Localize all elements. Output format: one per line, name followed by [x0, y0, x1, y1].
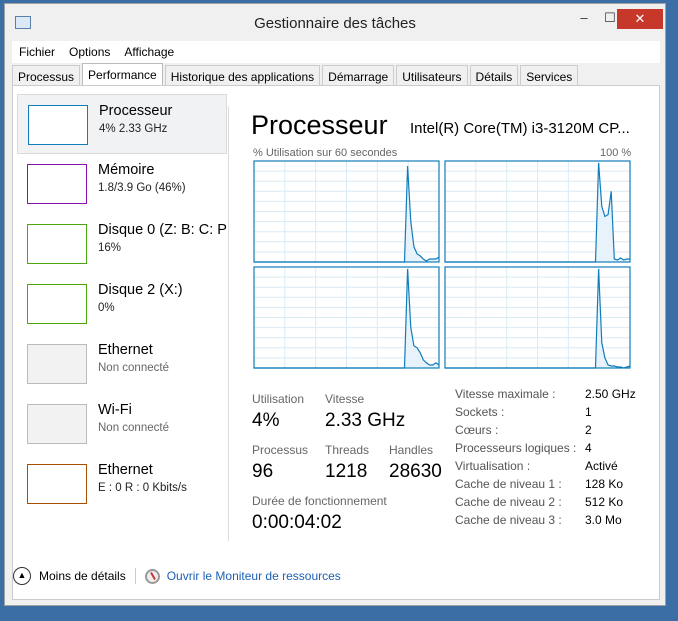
- spec-value: 1: [585, 405, 592, 419]
- tab-demarrage[interactable]: Démarrage: [322, 65, 395, 87]
- spec-value: 128 Ko: [585, 477, 624, 491]
- core-graph: [253, 266, 440, 369]
- utilisation-label: Utilisation: [252, 392, 305, 406]
- vitesse-value: 2.33 GHz: [325, 410, 406, 431]
- threads-value: 1218: [325, 461, 368, 482]
- tab-historique[interactable]: Historique des applications: [164, 65, 321, 87]
- performance-panel: Processeur 4% 2.33 GHz Mémoire 1.8/3.9 G…: [12, 85, 660, 600]
- sidebar-item[interactable]: Disque 2 (X:) 0%: [17, 274, 227, 334]
- thumbnail-graph: [27, 284, 87, 324]
- sidebar-item[interactable]: Disque 0 (Z: B: C: P 16%: [17, 214, 227, 274]
- sidebar-item-status: Non connecté: [98, 422, 169, 434]
- graph-caption: % Utilisation sur 60 secondes: [253, 147, 398, 159]
- sidebar-item-status: 16%: [98, 242, 122, 254]
- sidebar-item-label: Ethernet: [98, 462, 153, 478]
- spec-value: 2: [585, 423, 592, 437]
- core-graph: [444, 160, 631, 263]
- spec-label: Virtualisation :: [455, 459, 531, 473]
- menu-bar: Fichier Options Affichage: [12, 41, 660, 63]
- open-resource-monitor-link[interactable]: Ouvrir le Moniteur de ressources: [167, 569, 341, 583]
- spec-label: Cache de niveau 3 :: [455, 513, 562, 527]
- spec-label: Processeurs logiques :: [455, 441, 577, 455]
- sidebar-item-label: Processeur: [99, 103, 173, 119]
- uptime-value: 0:00:04:02: [252, 512, 342, 533]
- tab-details[interactable]: Détails: [469, 65, 519, 87]
- thumbnail-graph: [27, 164, 87, 204]
- thumbnail-graph: [27, 404, 87, 444]
- utilisation-value: 4%: [252, 410, 280, 431]
- less-details-button[interactable]: Moins de détails: [39, 569, 126, 583]
- sidebar-item-label: Ethernet: [98, 342, 153, 358]
- spec-value: 4: [585, 441, 592, 455]
- divider: [134, 568, 136, 584]
- tab-utilisateurs[interactable]: Utilisateurs: [396, 65, 468, 87]
- tab-bar: Processus Performance Historique des app…: [12, 63, 580, 88]
- handles-label: Handles: [389, 443, 434, 457]
- sidebar-item-label: Disque 0 (Z: B: C: P: [98, 222, 227, 238]
- thumbnail-graph: [27, 344, 87, 384]
- sidebar-item[interactable]: Mémoire 1.8/3.9 Go (46%): [17, 154, 227, 214]
- thumbnail-graph: [27, 464, 87, 504]
- spec-value: 512 Ko: [585, 495, 624, 509]
- spec-label: Sockets :: [455, 405, 505, 419]
- resource-monitor-icon: [144, 568, 160, 584]
- resource-list: Processeur 4% 2.33 GHz Mémoire 1.8/3.9 G…: [17, 94, 227, 514]
- close-button[interactable]: ✕: [617, 9, 663, 29]
- sidebar-item-label: Mémoire: [98, 162, 155, 178]
- sidebar-item[interactable]: Wi-Fi Non connecté: [17, 394, 227, 454]
- sidebar-item-status: Non connecté: [98, 362, 169, 374]
- sidebar-item-label: Disque 2 (X:): [98, 282, 183, 298]
- spec-label: Cache de niveau 2 :: [455, 495, 562, 509]
- sidebar-item-status: E : 0 R : 0 Kbits/s: [98, 482, 187, 494]
- sidebar-item[interactable]: Processeur 4% 2.33 GHz: [17, 94, 227, 154]
- divider: [228, 106, 229, 541]
- menu-options[interactable]: Options: [62, 41, 117, 63]
- spec-value: 2.50 GHz: [585, 387, 636, 401]
- menu-fichier[interactable]: Fichier: [12, 41, 62, 63]
- sidebar-item[interactable]: Ethernet E : 0 R : 0 Kbits/s: [17, 454, 227, 514]
- sidebar-item-status: 1.8/3.9 Go (46%): [98, 182, 186, 194]
- menu-affichage[interactable]: Affichage: [117, 41, 181, 63]
- sidebar-item-status: 4% 2.33 GHz: [99, 123, 168, 135]
- processus-value: 96: [252, 461, 274, 482]
- spec-label: Cache de niveau 1 :: [455, 477, 562, 491]
- threads-label: Threads: [325, 443, 370, 457]
- vitesse-label: Vitesse: [325, 392, 365, 406]
- tab-services[interactable]: Services: [520, 65, 579, 87]
- chevron-up-icon[interactable]: ▲: [13, 567, 31, 585]
- handles-value: 28630: [389, 461, 442, 482]
- footer: ▲ Moins de détails Ouvrir le Moniteur de…: [13, 567, 341, 585]
- cpu-graphs: [253, 160, 631, 369]
- core-graph: [253, 160, 440, 263]
- thumbnail-graph: [28, 105, 88, 145]
- spec-value: Activé: [585, 459, 618, 473]
- sidebar-item-status: 0%: [98, 302, 115, 314]
- graph-max-label: 100 %: [600, 147, 632, 159]
- uptime-label: Durée de fonctionnement: [252, 494, 387, 508]
- window-title: Gestionnaire des tâches: [254, 15, 416, 32]
- spec-label: Vitesse maximale :: [455, 387, 556, 401]
- sidebar-item[interactable]: Ethernet Non connecté: [17, 334, 227, 394]
- spec-value: 3.0 Mo: [585, 513, 622, 527]
- thumbnail-graph: [27, 224, 87, 264]
- spec-label: Cœurs :: [455, 423, 499, 437]
- tab-processus[interactable]: Processus: [12, 65, 81, 87]
- cpu-model: Intel(R) Core(TM) i3-3120M CP...: [410, 120, 630, 137]
- page-title: Processeur: [251, 110, 388, 140]
- core-graph: [444, 266, 631, 369]
- title-bar[interactable]: Gestionnaire des tâches – ☐ ✕: [5, 4, 665, 40]
- task-manager-window: Gestionnaire des tâches – ☐ ✕ Fichier Op…: [4, 3, 666, 606]
- minimize-button[interactable]: –: [571, 10, 597, 30]
- sidebar-item-label: Wi-Fi: [98, 402, 132, 418]
- processus-label: Processus: [252, 443, 309, 457]
